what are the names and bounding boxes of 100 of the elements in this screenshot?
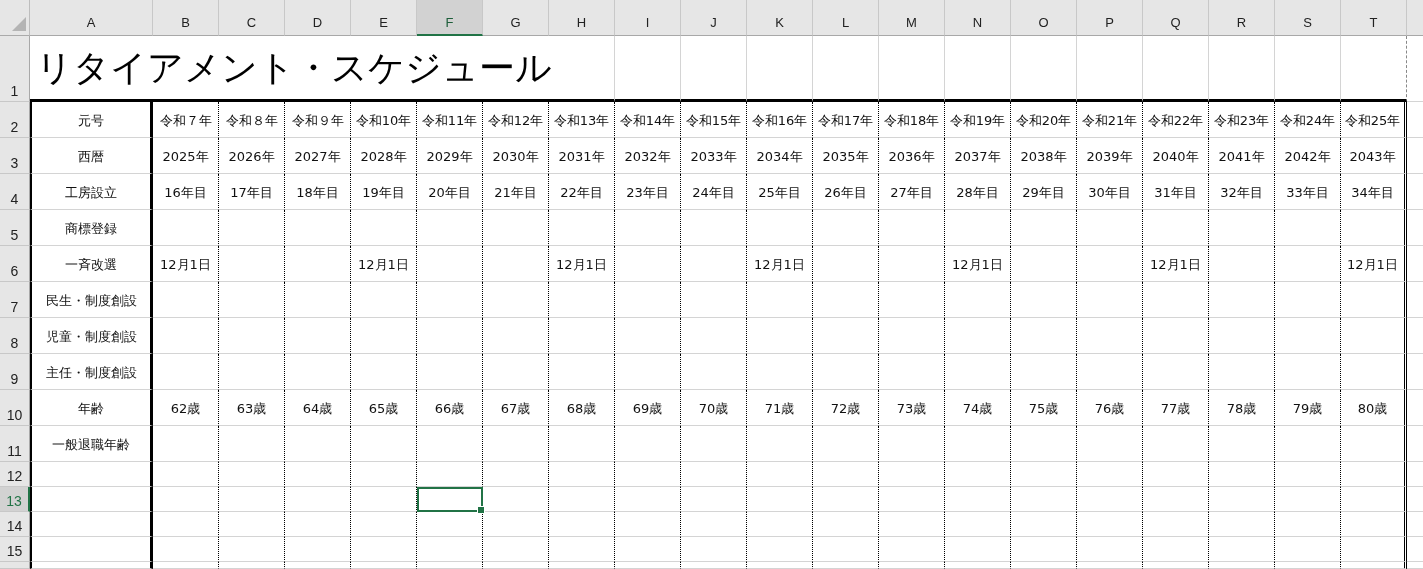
table-cell [549, 282, 615, 318]
table-cell: 74歳 [945, 390, 1011, 426]
table-cell [681, 426, 747, 462]
table-cell [681, 537, 747, 562]
table-cell [945, 426, 1011, 462]
column-header[interactable]: G [483, 0, 549, 36]
column-header[interactable]: M [879, 0, 945, 36]
table-cell [1275, 512, 1341, 537]
table-cell: 2035年 [813, 138, 879, 174]
column-header[interactable]: R [1209, 0, 1275, 36]
select-all-button[interactable] [0, 0, 30, 36]
row-header[interactable]: 3 [0, 138, 30, 174]
selected-cell[interactable] [417, 487, 483, 512]
table-cell [1077, 512, 1143, 537]
row-header[interactable]: 1 [0, 36, 30, 102]
table-cell [615, 210, 681, 246]
row-header[interactable]: 9 [0, 354, 30, 390]
fill-handle[interactable] [477, 506, 485, 514]
table-cell [1011, 36, 1077, 102]
table-cell [417, 210, 483, 246]
table-cell [483, 354, 549, 390]
table-cell [747, 537, 813, 562]
table-cell [219, 246, 285, 282]
column-header[interactable]: S [1275, 0, 1341, 36]
table-cell [1011, 318, 1077, 354]
table-cell [615, 462, 681, 487]
triangle-icon[interactable] [12, 17, 26, 31]
table-cell [1143, 282, 1209, 318]
table-cell: 令和14年 [615, 102, 681, 138]
row-header[interactable]: 5 [0, 210, 30, 246]
table-cell [879, 318, 945, 354]
table-cell [1341, 282, 1407, 318]
column-header[interactable] [1407, 0, 1423, 36]
table-cell [747, 36, 813, 102]
table-cell: 2025年 [153, 138, 219, 174]
row-header[interactable]: 10 [0, 390, 30, 426]
table-cell: 64歳 [285, 390, 351, 426]
column-header[interactable]: N [945, 0, 1011, 36]
column-header[interactable]: J [681, 0, 747, 36]
table-cell: 26年目 [813, 174, 879, 210]
table-cell [351, 462, 417, 487]
row-header[interactable] [0, 562, 30, 569]
table-cell [1143, 512, 1209, 537]
table-cell [681, 36, 747, 102]
table-cell: 17年目 [219, 174, 285, 210]
table-cell [1275, 210, 1341, 246]
row-header[interactable]: 7 [0, 282, 30, 318]
row-header[interactable]: 8 [0, 318, 30, 354]
table-cell [549, 318, 615, 354]
table-cell [153, 462, 219, 487]
column-header[interactable]: Q [1143, 0, 1209, 36]
row-header[interactable]: 15 [0, 537, 30, 562]
table-cell: 2030年 [483, 138, 549, 174]
table-cell: 2043年 [1341, 138, 1407, 174]
row-header[interactable]: 6 [0, 246, 30, 282]
row-header[interactable]: 4 [0, 174, 30, 210]
table-cell [1077, 36, 1143, 102]
column-header[interactable]: A [30, 0, 153, 36]
table-cell [879, 282, 945, 318]
column-header[interactable]: K [747, 0, 813, 36]
table-cell: 71歳 [747, 390, 813, 426]
table-cell: 25年目 [747, 174, 813, 210]
table-cell [417, 246, 483, 282]
table-cell [1209, 282, 1275, 318]
table-cell: 元号 [30, 102, 153, 138]
table-cell [747, 512, 813, 537]
table-cell: 令和17年 [813, 102, 879, 138]
table-cell: 80歳 [1341, 390, 1407, 426]
table-cell [351, 210, 417, 246]
row-header[interactable]: 13 [0, 487, 30, 512]
row-header[interactable]: 11 [0, 426, 30, 462]
table-cell [1011, 487, 1077, 512]
column-header[interactable]: H [549, 0, 615, 36]
column-header[interactable]: B [153, 0, 219, 36]
column-header[interactable]: F [417, 0, 483, 36]
column-header[interactable]: O [1011, 0, 1077, 36]
table-cell [549, 462, 615, 487]
table-cell [879, 487, 945, 512]
row-header[interactable]: 2 [0, 102, 30, 138]
table-cell [615, 246, 681, 282]
table-cell [1143, 537, 1209, 562]
table-cell: 31年目 [1143, 174, 1209, 210]
table-cell [1275, 36, 1341, 102]
table-cell: 76歳 [1077, 390, 1143, 426]
table-cell [1341, 426, 1407, 462]
table-cell: 2036年 [879, 138, 945, 174]
column-header[interactable]: T [1341, 0, 1407, 36]
column-header[interactable]: P [1077, 0, 1143, 36]
column-header[interactable]: E [351, 0, 417, 36]
column-header[interactable]: D [285, 0, 351, 36]
column-header[interactable]: C [219, 0, 285, 36]
row-header[interactable]: 12 [0, 462, 30, 487]
table-cell [813, 462, 879, 487]
table-cell: 20年目 [417, 174, 483, 210]
table-cell: 2027年 [285, 138, 351, 174]
column-header[interactable]: I [615, 0, 681, 36]
column-header[interactable]: L [813, 0, 879, 36]
table-cell: 78歳 [1209, 390, 1275, 426]
row-header[interactable]: 14 [0, 512, 30, 537]
table-cell [285, 487, 351, 512]
